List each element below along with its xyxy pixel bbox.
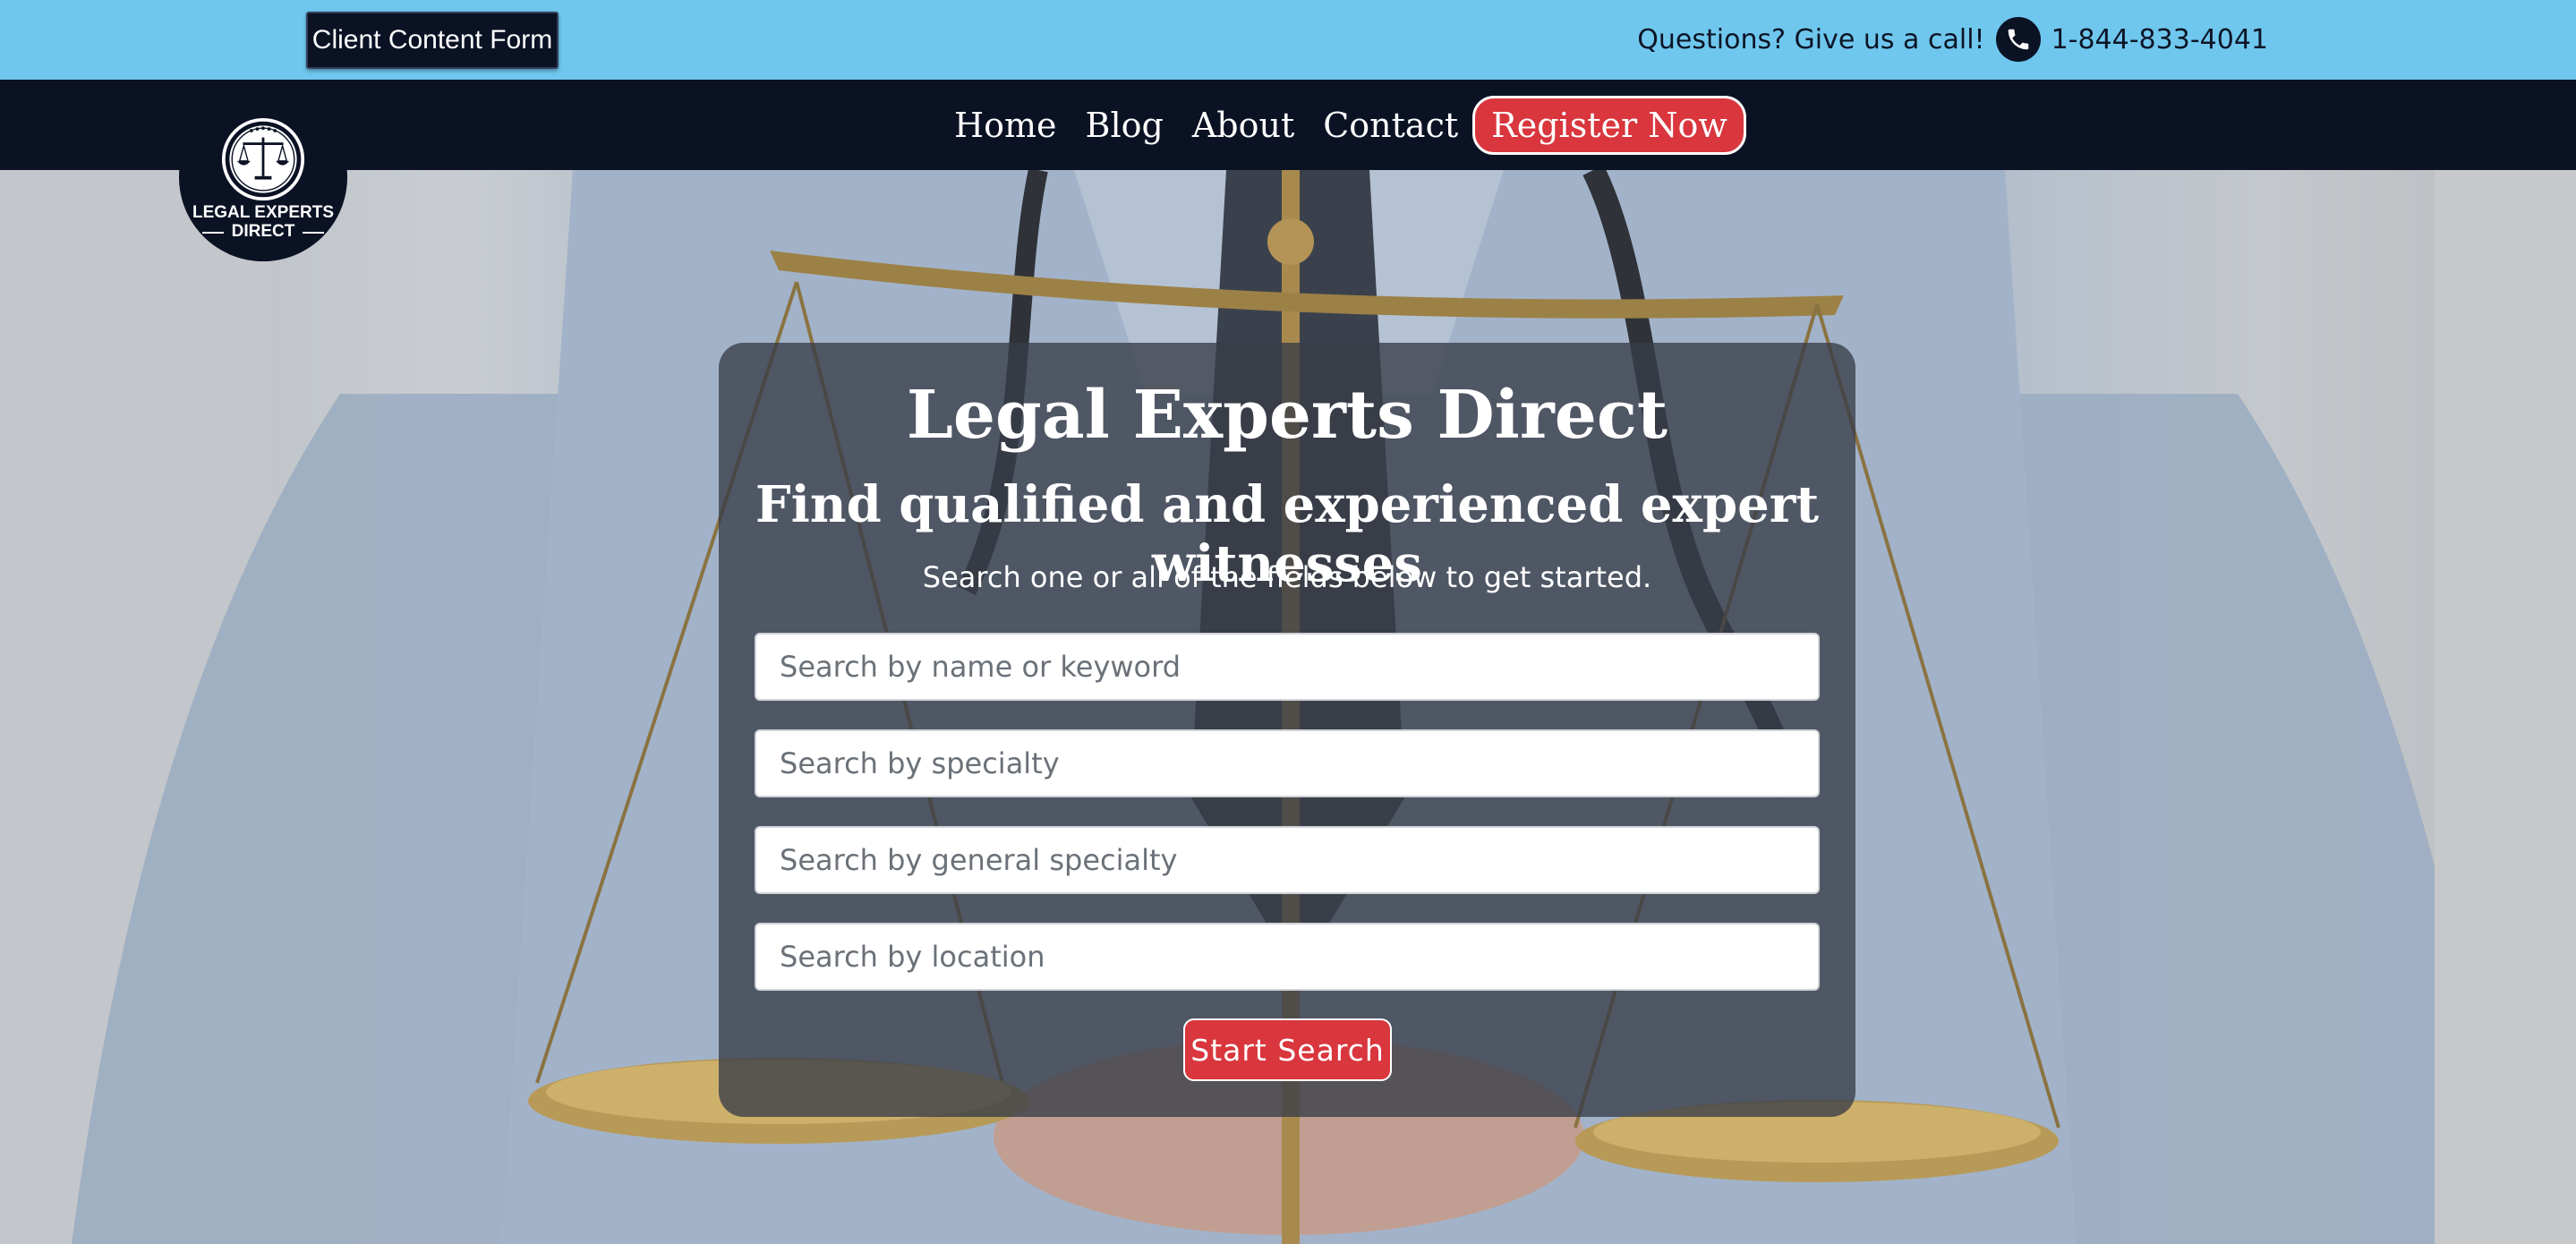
nav-item-contact[interactable]: Contact xyxy=(1323,106,1458,145)
specialty-search-input[interactable] xyxy=(755,729,1820,797)
hero-title: Legal Experts Direct xyxy=(906,377,1668,454)
register-now-button[interactable]: Register Now xyxy=(1472,95,1746,155)
main-navigation: Home Blog About Contact Register Now xyxy=(0,80,2576,170)
logo-text-line1: LEGAL EXPERTS xyxy=(192,203,334,222)
contact-info: Questions? Give us a call! 1-844-833-404… xyxy=(1637,16,2268,63)
nav-item-home[interactable]: Home xyxy=(954,106,1057,145)
questions-text: Questions? Give us a call! xyxy=(1637,23,1985,55)
search-panel: Legal Experts Direct Find qualified and … xyxy=(719,343,1855,1117)
nav-item-about[interactable]: About xyxy=(1192,106,1294,145)
nav-item-blog[interactable]: Blog xyxy=(1086,106,1164,145)
name-keyword-search-input[interactable] xyxy=(755,633,1820,701)
phone-number-link[interactable]: 1-844-833-4041 xyxy=(2051,24,2268,55)
logo-divider-right xyxy=(303,232,324,234)
location-search-input[interactable] xyxy=(755,923,1820,991)
search-instructions: Search one or all of the fields below to… xyxy=(922,560,1652,594)
phone-icon xyxy=(1995,17,2041,62)
scales-of-justice-icon xyxy=(221,117,305,201)
hero-section: Legal Experts Direct Find qualified and … xyxy=(0,170,2576,1244)
nav-menu: Home Blog About Contact Register Now xyxy=(954,80,1746,170)
start-search-button[interactable]: Start Search xyxy=(1183,1018,1392,1081)
site-logo[interactable]: LEGAL EXPERTS DIRECT xyxy=(179,93,347,261)
client-content-form-button[interactable]: Client Content Form xyxy=(306,12,559,69)
top-bar: Client Content Form Questions? Give us a… xyxy=(0,0,2576,80)
general-specialty-search-input[interactable] xyxy=(755,826,1820,894)
